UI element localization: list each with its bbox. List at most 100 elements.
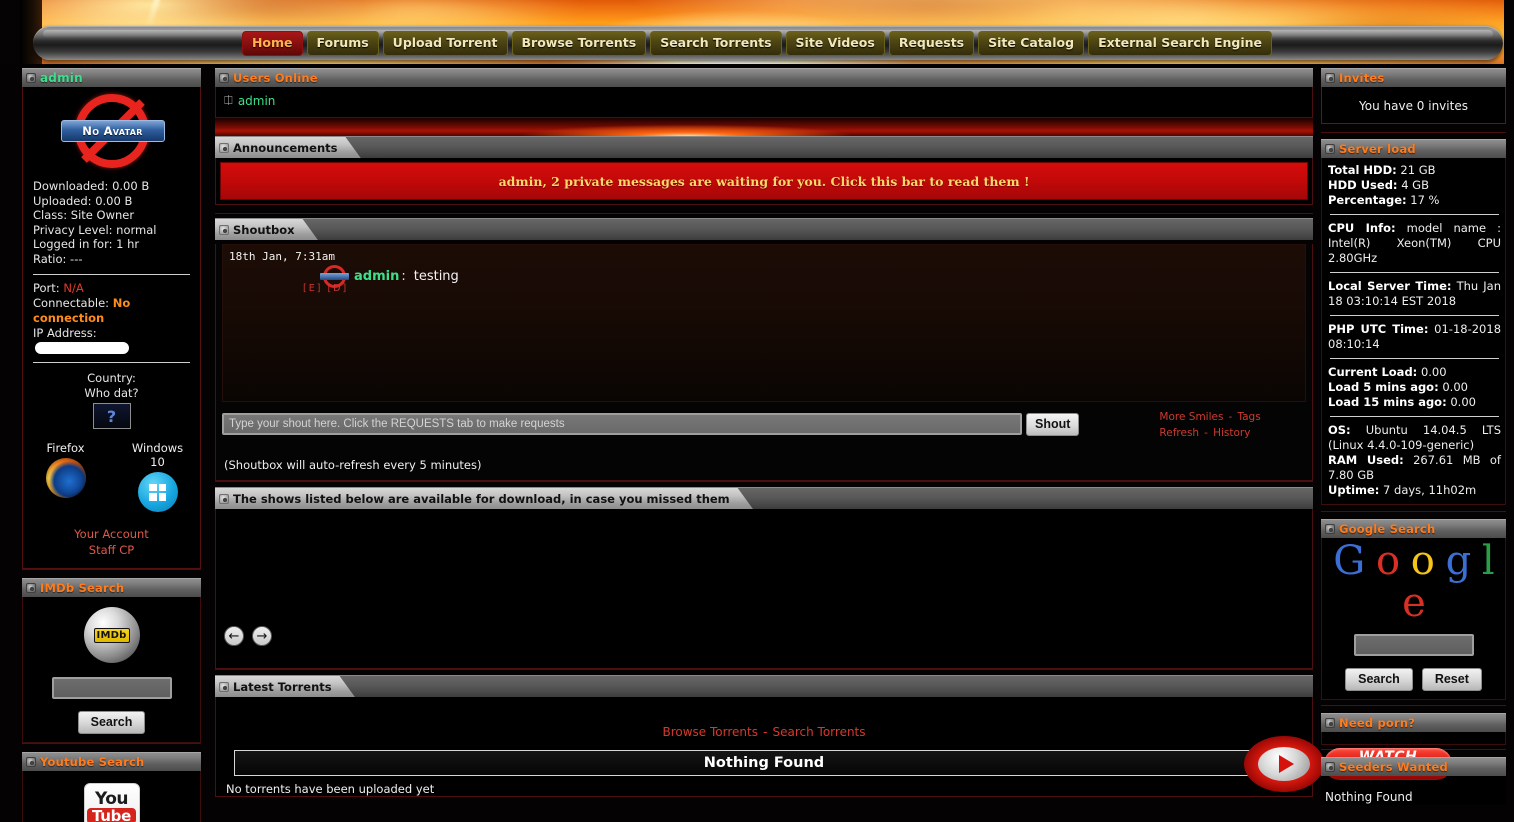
hdd-used-row: HDD Used: 4 GB [1328,178,1501,193]
imdb-search-button[interactable]: Search [77,711,146,734]
section-rule [1321,511,1506,512]
user-info-panel: admin No Avatar Downloaded: 0.00 B Uploa… [22,68,201,569]
nav-item-home[interactable]: Home [241,30,303,56]
panel-toggle-icon[interactable] [219,494,229,504]
shout-input[interactable] [222,413,1022,435]
google-search-button[interactable]: Search [1345,668,1413,691]
shout-edit-link[interactable]: [E] [303,283,322,294]
shout-actions[interactable]: [E] [D] [303,283,348,294]
search-torrents-link[interactable]: Search Torrents [773,725,866,739]
user-panel-title: admin [40,71,83,85]
divider [1330,214,1499,215]
shout-submit-button[interactable]: Shout [1026,412,1080,436]
section-rule [22,569,201,570]
panel-toggle-icon[interactable] [219,73,229,83]
os-cell: Windows 10 [127,441,189,512]
panel-toggle-icon[interactable] [219,225,229,235]
panel-toggle-icon[interactable] [1325,718,1335,728]
imdb-badge-label: IMDb [93,627,130,643]
account-links[interactable]: Your Account Staff CP [23,512,200,562]
country-block: Country: Who dat? ? [23,369,200,433]
panel-toggle-icon[interactable] [1325,144,1335,154]
main-navigation[interactable]: Home Forums Upload Torrent Browse Torrents S… [0,26,1514,60]
refresh-link[interactable]: Refresh [1159,427,1199,439]
imdb-search-input[interactable] [51,677,172,699]
nav-item-upload-torrent[interactable]: Upload Torrent [382,30,508,56]
shows-pager[interactable]: ← → [224,626,272,646]
current-load-label: Current Load: [1328,365,1418,379]
panel-toggle-icon[interactable] [1325,524,1335,534]
no-avatar-label: No Avatar [60,120,165,142]
staff-cp-link[interactable]: Staff CP [23,542,200,558]
divider [33,362,190,363]
nav-item-external-search-engine[interactable]: External Search Engine [1088,30,1273,56]
youtube-panel-title: Youtube Search [40,755,145,769]
announcements-body: admin, 2 private messages are waiting fo… [215,158,1313,205]
country-label: Country: [87,371,136,385]
nav-item-site-catalog[interactable]: Site Catalog [978,30,1085,56]
divider [1330,272,1499,273]
latest-torrents-body: Browse Torrents - Search Torrents Nothin… [215,697,1313,797]
content-columns: admin No Avatar Downloaded: 0.00 B Uploa… [0,64,1514,822]
shoutbox-links[interactable]: More Smiles - Tags Refresh - History [1159,408,1260,440]
os-value: Ubuntu 14.04.5 LTS (Linux 4.4.0-109-gene… [1328,423,1501,452]
youtube-search-panel: Youtube Search You Tube [22,752,201,822]
nav-item-search-torrents[interactable]: Search Torrents [650,30,782,56]
google-reset-button[interactable]: Reset [1421,668,1482,691]
shoutbox-title: Shoutbox [233,223,295,237]
latest-torrents-title: Latest Torrents [233,680,332,694]
load-15min-label: Load 15 mins ago: [1328,395,1447,409]
nav-item-site-videos[interactable]: Site Videos [785,30,885,56]
user-panel-body: No Avatar Downloaded: 0.00 B Uploaded: 0… [22,87,201,569]
port-label: Port: [33,281,60,295]
panel-toggle-icon[interactable] [1325,762,1335,772]
torrent-nav-links[interactable]: Browse Torrents - Search Torrents [220,707,1308,750]
nav-item-browse-torrents[interactable]: Browse Torrents [511,30,647,56]
main-content: Users Online ⎅ admin Announcements admin… [215,64,1315,797]
panel-toggle-icon[interactable] [26,73,36,83]
useragent-row: Firefox Windows 10 [23,433,200,512]
youtube-panel-header: Youtube Search [22,752,201,771]
panel-toggle-icon[interactable] [219,682,229,692]
users-online-body: ⎅ admin [215,87,1313,118]
shout-author[interactable]: admin [354,269,399,284]
user-panel-header: admin [22,68,201,87]
google-logo-letter-6: e [1402,580,1426,626]
shout-delete-link[interactable]: [D] [327,283,348,294]
google-logo-letter-4: g [1445,538,1472,584]
panel-toggle-icon[interactable] [1325,73,1335,83]
google-search-input[interactable] [1353,634,1474,656]
online-user-link[interactable]: admin [238,94,276,108]
shout-message-list[interactable]: 18th Jan, 7:31am admin : testing [E] [D] [222,244,1306,402]
history-link[interactable]: History [1213,427,1250,439]
connection-info: Port: N/A Connectable: No connection IP … [23,281,200,356]
nav-item-forums[interactable]: Forums [306,30,379,56]
announcements-header: Announcements [215,136,1313,158]
invites-title: Invites [1339,71,1385,85]
no-torrents-message: No torrents have been uploaded yet [226,782,435,796]
shoutbox-body: 18th Jan, 7:31am admin : testing [E] [D] [215,244,1313,481]
private-message-bar[interactable]: admin, 2 private messages are waiting fo… [220,162,1308,200]
imdb-panel-title: IMDb Search [40,581,125,595]
section-rule [215,481,1313,482]
shows-body: ← → [215,509,1313,669]
section-rule [1321,132,1506,133]
prev-arrow-icon[interactable]: ← [224,626,244,646]
google-button-row[interactable]: Search Reset [1326,656,1501,691]
panel-toggle-icon[interactable] [26,757,36,767]
next-arrow-icon[interactable]: → [252,626,272,646]
more-smiles-link[interactable]: More Smiles [1159,411,1223,423]
your-account-link[interactable]: Your Account [23,526,200,542]
need-porn-title: Need porn? [1339,716,1416,730]
os-label: OS: [1328,423,1351,437]
panel-toggle-icon[interactable] [219,143,229,153]
avatar-container: No Avatar [23,87,200,175]
tags-link[interactable]: Tags [1237,411,1260,423]
shout-timestamp: 18th Jan, 7:31am [229,250,335,263]
panel-toggle-icon[interactable] [26,583,36,593]
browser-name: Firefox [46,441,85,455]
ip-redaction-mask [35,342,129,354]
google-search-title: Google Search [1339,522,1436,536]
browse-torrents-link[interactable]: Browse Torrents [662,725,757,739]
nav-item-requests[interactable]: Requests [888,30,975,56]
